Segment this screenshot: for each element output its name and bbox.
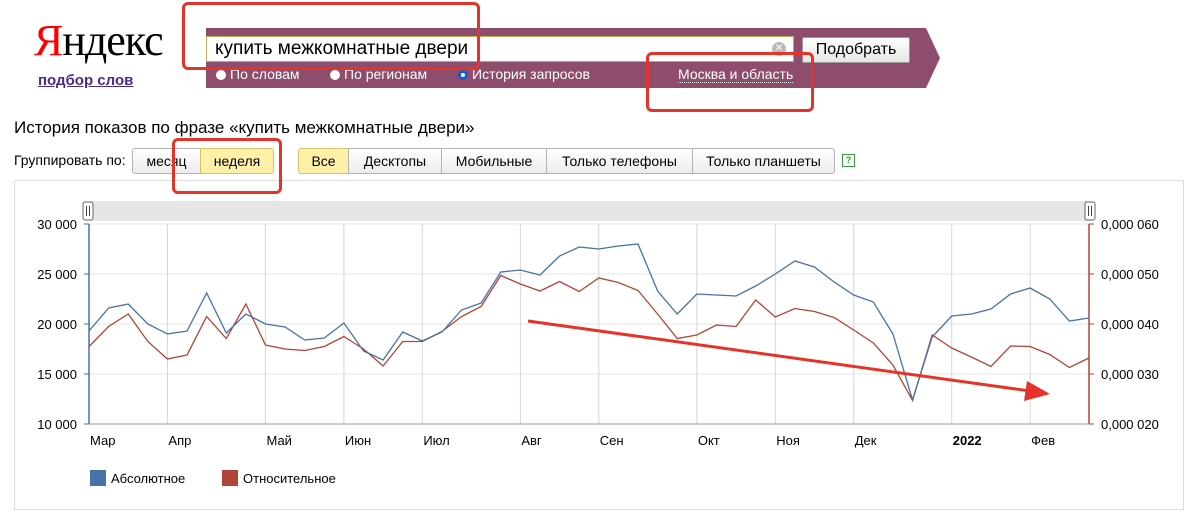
x-tick-label: Июн bbox=[345, 433, 371, 448]
x-tick-label: 2022 bbox=[953, 433, 982, 448]
y-left-tick-label: 10 000 bbox=[37, 417, 77, 432]
x-tick-label: Ноя bbox=[776, 433, 800, 448]
scroll-handle-right bbox=[1084, 201, 1096, 221]
series-line-absolute bbox=[88, 243, 1090, 403]
x-tick-label: Май bbox=[266, 433, 291, 448]
y-left-tick-label: 20 000 bbox=[37, 317, 77, 332]
scroll-handle-left bbox=[82, 201, 94, 221]
x-tick-label: Сен bbox=[600, 433, 624, 448]
y-right-tick-label: 0,000 020 bbox=[1101, 417, 1159, 432]
history-chart: Мар Апр Май Июн Июл Авг Сен Окт Ноя Дек 2022 Фев 30 … bbox=[37, 201, 1159, 486]
y-left-tick-label: 25 000 bbox=[37, 267, 77, 282]
x-tick-label: Дек bbox=[855, 433, 877, 448]
legend-swatch bbox=[222, 470, 238, 486]
annotation-box-search bbox=[182, 2, 480, 70]
legend-swatch bbox=[90, 470, 106, 486]
x-tick-label: Апр bbox=[168, 433, 191, 448]
y-right-tick-label: 0,000 030 bbox=[1101, 367, 1159, 382]
x-tick-label: Авг bbox=[521, 433, 542, 448]
y-right-tick-label: 0,000 060 bbox=[1101, 217, 1159, 232]
x-tick-label: Июл bbox=[423, 433, 449, 448]
x-tick-label: Фев bbox=[1031, 433, 1055, 448]
annotation-box-week bbox=[172, 138, 282, 194]
x-tick-label: Мар bbox=[90, 433, 115, 448]
series-line-relative bbox=[88, 274, 1090, 403]
y-left-tick-label: 15 000 bbox=[37, 367, 77, 382]
annotation-arrow-head bbox=[1024, 381, 1050, 401]
y-left-tick-label: 30 000 bbox=[37, 217, 77, 232]
x-tick-label: Окт bbox=[698, 433, 720, 448]
annotation-box-region bbox=[646, 52, 814, 112]
y-right-tick-label: 0,000 040 bbox=[1101, 317, 1159, 332]
legend-label: Относительное bbox=[243, 471, 336, 486]
annotation-arrow-line bbox=[527, 319, 1031, 393]
scroll-track bbox=[89, 201, 1093, 221]
legend-label: Абсолютное bbox=[111, 471, 185, 486]
y-right-tick-label: 0,000 050 bbox=[1101, 267, 1159, 282]
